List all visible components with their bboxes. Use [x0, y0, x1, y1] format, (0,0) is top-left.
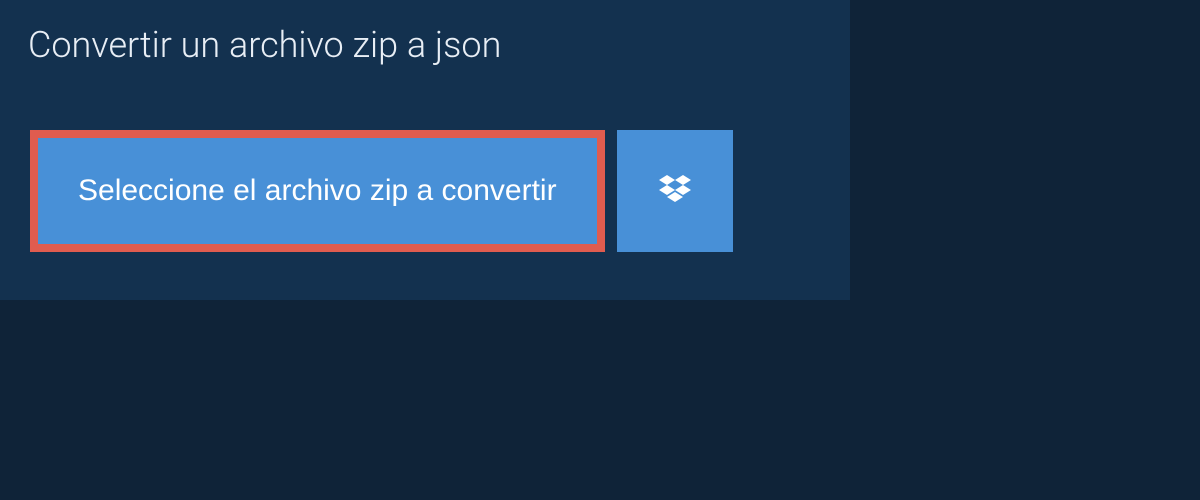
select-file-highlight: Seleccione el archivo zip a convertir [30, 130, 605, 252]
dropbox-icon [655, 171, 695, 211]
select-file-button[interactable]: Seleccione el archivo zip a convertir [38, 138, 597, 244]
dropbox-button[interactable] [617, 130, 733, 252]
converter-panel: Convertir un archivo zip a json Seleccio… [0, 0, 850, 300]
tab-title[interactable]: Convertir un archivo zip a json [0, 0, 620, 90]
content-area: Seleccione el archivo zip a convertir [0, 90, 850, 300]
